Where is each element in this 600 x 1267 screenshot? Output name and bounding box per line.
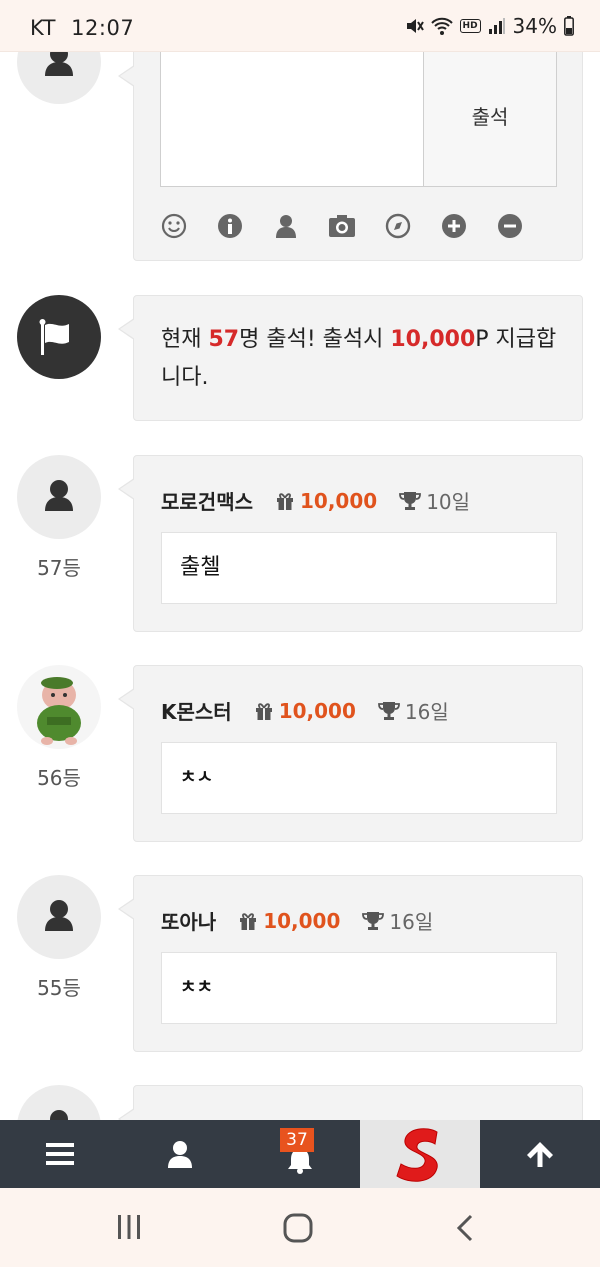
post-days: 10일 <box>426 490 471 514</box>
post-message: ㅊㅅ <box>161 742 557 814</box>
post-header: 모로건맥스 10,000 10일 <box>161 486 470 515</box>
site-logo-button[interactable] <box>360 1120 480 1188</box>
back-icon[interactable] <box>455 1213 475 1243</box>
hamburger-icon <box>46 1143 74 1165</box>
user-icon <box>45 900 73 931</box>
user-icon <box>45 52 73 76</box>
flag-icon <box>39 319 69 355</box>
notice-box: 현재 57명 출석! 출석시 10,000P 지급합니다. <box>118 295 583 421</box>
post-header: 또아나 10,000 16일 <box>161 906 433 935</box>
gift-icon <box>277 492 293 510</box>
gift-icon <box>240 912 257 930</box>
my-avatar <box>17 52 101 104</box>
post-card: 또아나 10,000 16일 ㅊㅊ <box>118 875 583 1052</box>
site-logo <box>393 1124 447 1184</box>
post-card <box>118 1085 583 1120</box>
add-icon[interactable] <box>440 212 468 240</box>
post-card: K몬스터 10,000 16일 ㅊㅅ <box>118 665 583 842</box>
post-avatar[interactable] <box>17 455 101 539</box>
post-points: 10,000 <box>300 488 378 513</box>
post-avatar[interactable] <box>17 875 101 959</box>
notice-mid: 명 출석! 출석시 <box>239 327 391 352</box>
trophy-icon <box>399 491 422 510</box>
notice-prefix: 현재 <box>161 327 209 352</box>
mute-icon <box>406 19 424 33</box>
post-author[interactable]: 모로건맥스 <box>161 486 253 515</box>
recent-apps-icon[interactable] <box>116 1213 142 1241</box>
post-author[interactable]: 또아나 <box>161 906 216 935</box>
notice-text: 현재 57명 출석! 출석시 10,000P 지급합니다. <box>161 321 561 397</box>
battery-percent: 34% <box>512 14 557 38</box>
system-nav-bar <box>0 1188 600 1267</box>
character-avatar-image <box>37 677 81 745</box>
post-rank: 56등 <box>37 766 81 790</box>
notification-badge: 37 <box>280 1128 314 1152</box>
notice-count: 57 <box>208 327 240 352</box>
trophy-icon <box>362 911 385 930</box>
notice-points: 10,000 <box>390 327 476 352</box>
gift-icon <box>255 702 272 720</box>
arrow-up-icon <box>527 1142 553 1167</box>
profile-button[interactable] <box>120 1120 240 1188</box>
post-author[interactable]: K몬스터 <box>161 696 232 725</box>
post-message: ㅊㅊ <box>161 952 557 1024</box>
content-area[interactable]: 출석 현재 57명 출석! 출석시 10,000P 지급합니다. 57등 모로건… <box>0 52 600 1120</box>
post-days: 16일 <box>404 700 449 724</box>
post-message: 출첼 <box>161 532 557 604</box>
hd-icon: HD <box>459 19 481 33</box>
trophy-icon <box>377 701 400 720</box>
comment-textarea[interactable] <box>160 52 424 187</box>
post-avatar[interactable] <box>17 665 101 749</box>
battery-icon <box>564 16 574 36</box>
post-avatar[interactable] <box>17 1085 101 1120</box>
user-icon <box>45 480 73 511</box>
post-points: 10,000 <box>278 698 356 723</box>
wifi-icon <box>430 17 453 35</box>
post-rank: 57등 <box>37 556 81 580</box>
post-days: 16일 <box>389 910 434 934</box>
status-bar: KT 12:07 HD 34% <box>0 0 600 52</box>
menu-button[interactable] <box>0 1120 120 1188</box>
emoticon-icon[interactable] <box>160 212 188 240</box>
status-right: HD 34% <box>404 14 574 38</box>
clock: 12:07 <box>71 16 135 40</box>
remove-icon[interactable] <box>496 212 524 240</box>
signal-icon <box>488 18 505 34</box>
status-left: KT 12:07 <box>30 16 134 40</box>
compass-icon[interactable] <box>384 212 412 240</box>
camera-icon[interactable] <box>328 212 356 240</box>
home-icon[interactable] <box>283 1213 313 1243</box>
post-header: K몬스터 10,000 16일 <box>161 696 449 725</box>
notice-avatar <box>17 295 101 379</box>
post-rank: 55등 <box>37 976 81 1000</box>
comment-toolbar <box>160 212 524 240</box>
post-card: 모로건맥스 10,000 10일 출첼 <box>118 455 583 632</box>
user-icon <box>168 1141 192 1168</box>
post-points: 10,000 <box>263 908 341 933</box>
user-tag-icon[interactable] <box>272 212 300 240</box>
scroll-top-button[interactable] <box>480 1120 600 1188</box>
info-icon[interactable] <box>216 212 244 240</box>
user-icon <box>50 1110 68 1120</box>
attendance-submit-button[interactable]: 출석 <box>423 52 557 187</box>
carrier-label: KT <box>30 16 56 40</box>
